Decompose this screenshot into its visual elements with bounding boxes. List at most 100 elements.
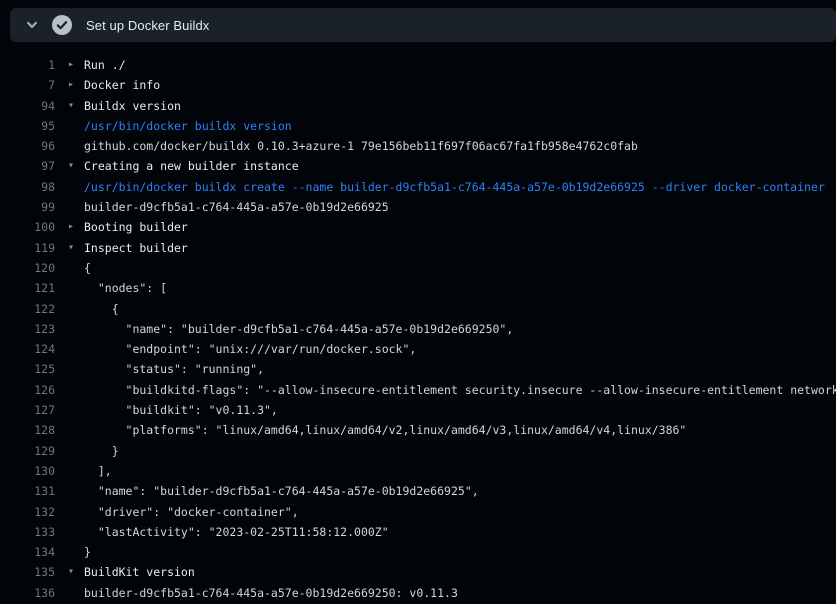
log-line: 127 "buildkit": "v0.11.3", [0,400,836,420]
group-toggle-icon [68,258,84,278]
check-circle-icon [52,15,72,35]
group-toggle-icon [68,116,84,136]
group-toggle-icon [68,420,84,440]
line-number[interactable]: 121 [0,278,55,298]
step-title: Set up Docker Buildx [86,18,209,33]
log-line: 96 github.com/docker/buildx 0.10.3+azure… [0,136,836,156]
group-toggle-icon [68,461,84,481]
log-line: 120 { [0,258,836,278]
log-line: 131 "name": "builder-d9cfb5a1-c764-445a-… [0,481,836,501]
group-toggle-icon [68,522,84,542]
line-number[interactable]: 136 [0,583,55,603]
line-number[interactable]: 130 [0,461,55,481]
line-number[interactable]: 100 [0,217,55,237]
line-number[interactable]: 133 [0,522,55,542]
log-text: "buildkit": "v0.11.3", [84,400,278,420]
log-text: builder-d9cfb5a1-c764-445a-a57e-0b19d2e6… [84,197,389,217]
group-toggle-icon [68,441,84,461]
log-text: { [84,258,91,278]
log-line: 136 builder-d9cfb5a1-c764-445a-a57e-0b19… [0,583,836,603]
log-line[interactable]: 7 ▸ Docker info [0,75,836,95]
log-line: 132 "driver": "docker-container", [0,502,836,522]
group-toggle-icon [68,319,84,339]
line-number[interactable]: 1 [0,55,55,75]
log-text: "endpoint": "unix:///var/run/docker.sock… [84,339,416,359]
log-text: "name": "builder-d9cfb5a1-c764-445a-a57e… [84,319,513,339]
line-number[interactable]: 98 [0,177,55,197]
log-line[interactable]: 94 ▾ Buildx version [0,96,836,116]
line-number[interactable]: 135 [0,562,55,582]
line-number[interactable]: 95 [0,116,55,136]
log-text: Docker info [84,75,160,95]
line-number[interactable]: 128 [0,420,55,440]
line-number[interactable]: 119 [0,238,55,258]
line-number[interactable]: 7 [0,75,55,95]
line-number[interactable]: 124 [0,339,55,359]
log-text: } [84,542,91,562]
group-toggle-icon [68,278,84,298]
triangle-down-icon: ▾ [68,238,84,258]
log-line: 133 "lastActivity": "2023-02-25T11:58:12… [0,522,836,542]
log-text: /usr/bin/docker buildx create --name bui… [84,177,825,197]
group-toggle-icon [68,400,84,420]
step-header[interactable]: Set up Docker Buildx [10,8,836,42]
group-toggle-icon [68,359,84,379]
log-text: "lastActivity": "2023-02-25T11:58:12.000… [84,522,389,542]
log-line: 95 /usr/bin/docker buildx version [0,116,836,136]
group-toggle-icon [68,177,84,197]
log-line[interactable]: 100 ▸ Booting builder [0,217,836,237]
group-toggle-icon [68,339,84,359]
log-text: Run ./ [84,55,126,75]
group-toggle-icon [68,136,84,156]
log-text: "buildkitd-flags": "--allow-insecure-ent… [84,380,836,400]
log-text: "driver": "docker-container", [84,502,299,522]
log-line: 128 "platforms": "linux/amd64,linux/amd6… [0,420,836,440]
line-number[interactable]: 127 [0,400,55,420]
line-number[interactable]: 131 [0,481,55,501]
log-viewer: 1 ▸ Run ./ 7 ▸ Docker info 94 ▾ Buildx v… [0,42,836,603]
group-toggle-icon [68,583,84,603]
log-line[interactable]: 97 ▾ Creating a new builder instance [0,156,836,176]
log-text: Buildx version [84,96,181,116]
line-number[interactable]: 132 [0,502,55,522]
log-line[interactable]: 119 ▾ Inspect builder [0,238,836,258]
log-text: "name": "builder-d9cfb5a1-c764-445a-a57e… [84,481,479,501]
line-number[interactable]: 123 [0,319,55,339]
log-text: builder-d9cfb5a1-c764-445a-a57e-0b19d2e6… [84,583,458,603]
line-number[interactable]: 126 [0,380,55,400]
log-line: 125 "status": "running", [0,359,836,379]
log-line: 124 "endpoint": "unix:///var/run/docker.… [0,339,836,359]
triangle-right-icon: ▸ [68,75,84,95]
log-line[interactable]: 135 ▾ BuildKit version [0,562,836,582]
line-number[interactable]: 120 [0,258,55,278]
log-line: 98 /usr/bin/docker buildx create --name … [0,177,836,197]
log-line: 126 "buildkitd-flags": "--allow-insecure… [0,380,836,400]
log-text: Booting builder [84,217,188,237]
line-number[interactable]: 97 [0,156,55,176]
log-line: 121 "nodes": [ [0,278,836,298]
log-line: 122 { [0,299,836,319]
chevron-down-icon [24,17,40,33]
log-text: ], [84,461,112,481]
line-number[interactable]: 122 [0,299,55,319]
line-number[interactable]: 99 [0,197,55,217]
group-toggle-icon [68,380,84,400]
log-text: Inspect builder [84,238,188,258]
log-text: github.com/docker/buildx 0.10.3+azure-1 … [84,136,638,156]
group-toggle-icon [68,481,84,501]
line-number[interactable]: 134 [0,542,55,562]
triangle-right-icon: ▸ [68,217,84,237]
log-text: "platforms": "linux/amd64,linux/amd64/v2… [84,420,686,440]
group-toggle-icon [68,542,84,562]
log-text: /usr/bin/docker buildx version [84,116,292,136]
log-text: { [84,299,119,319]
triangle-right-icon: ▸ [68,55,84,75]
log-line[interactable]: 1 ▸ Run ./ [0,55,836,75]
line-number[interactable]: 94 [0,96,55,116]
line-number[interactable]: 96 [0,136,55,156]
line-number[interactable]: 125 [0,359,55,379]
log-text: Creating a new builder instance [84,156,299,176]
log-line: 130 ], [0,461,836,481]
line-number[interactable]: 129 [0,441,55,461]
log-text: BuildKit version [84,562,195,582]
